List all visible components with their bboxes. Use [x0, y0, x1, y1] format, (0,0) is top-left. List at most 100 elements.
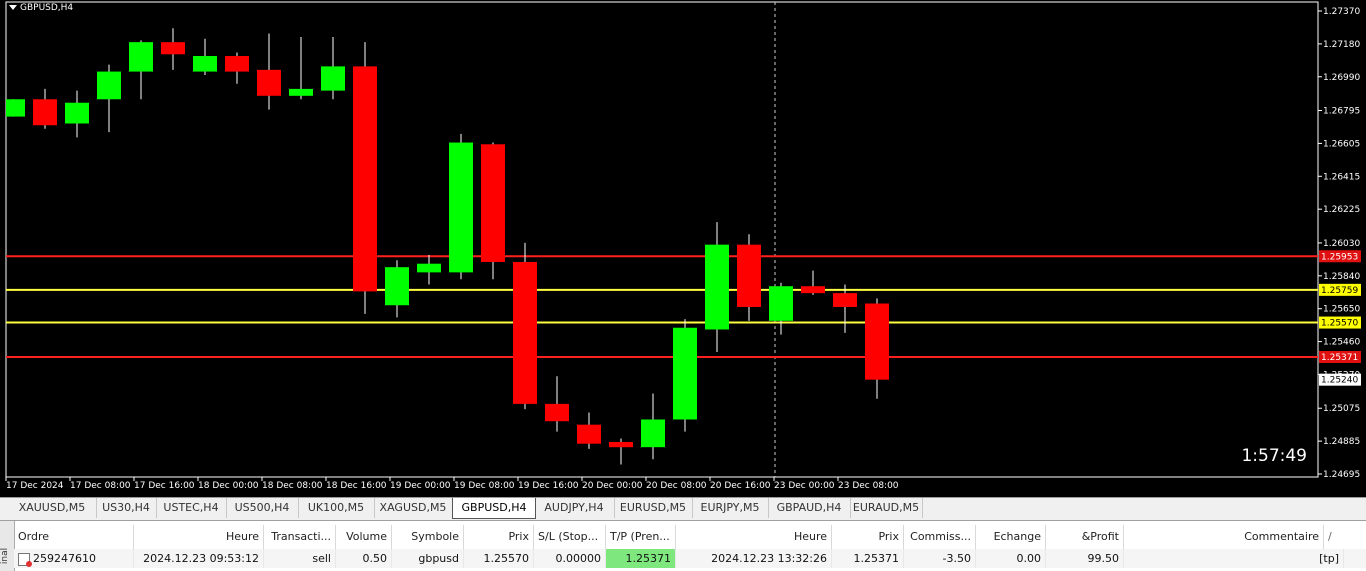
row-symbole: gbpusd — [392, 549, 464, 568]
col-header-profit[interactable]: &Profit — [1046, 525, 1124, 551]
chart-tab[interactable]: XAUUSD,M5 — [8, 498, 97, 518]
price-tick-label: 1.26605 — [1323, 139, 1360, 149]
col-header-commentaire[interactable]: Commentaire — [1124, 525, 1324, 551]
price-tick-label: 1.25840 — [1323, 272, 1360, 282]
bear-candle — [737, 244, 761, 307]
plot-frame — [5, 1, 1319, 478]
time-tick-label: 20 Dec 00:00 — [582, 481, 643, 491]
chart-tab[interactable]: EURJPY,M5 — [692, 498, 769, 518]
row-heure-close: 2024.12.23 13:32:26 — [676, 549, 832, 568]
bull-candle — [417, 263, 441, 273]
time-tick-label: 18 Dec 00:00 — [198, 481, 259, 491]
chart-tab[interactable]: EURUSD,M5 — [614, 498, 693, 518]
time-tick-label: 17 Dec 2024 — [6, 481, 64, 491]
bull-candle — [385, 267, 409, 306]
time-tick-label: 19 Dec 00:00 — [390, 481, 451, 491]
bear-candle — [257, 69, 281, 96]
chart-tab[interactable]: USTEC,H4 — [156, 498, 227, 518]
bull-candle — [641, 419, 665, 448]
time-tick-label: 17 Dec 16:00 — [134, 481, 195, 491]
chart-tab[interactable]: US30,H4 — [96, 498, 157, 518]
col-header-prix[interactable]: Prix — [464, 525, 534, 551]
terminal-side-text: inal — [0, 547, 11, 565]
bear-candle — [161, 42, 185, 55]
bull-candle — [289, 88, 313, 96]
price-tick-label: 1.24885 — [1323, 437, 1360, 447]
col-header-transaction[interactable]: Transacti... — [264, 525, 336, 551]
row-commentaire: [tp] — [1124, 549, 1344, 568]
chart-tab[interactable]: GBPAUD,H4 — [768, 498, 851, 518]
chart-symbol-label: GBPUSD,H4 — [9, 3, 73, 13]
bull-candle — [705, 244, 729, 330]
price-tick-label: 1.26795 — [1323, 107, 1360, 117]
col-header-tp[interactable]: T/P (Pren... — [606, 525, 676, 551]
row-volume: 0.50 — [336, 549, 392, 568]
price-tick-label: 1.25460 — [1323, 338, 1360, 348]
time-tick-label: 19 Dec 16:00 — [518, 481, 579, 491]
terminal-panel: inal Ordre Heure Transacti... Volume Sym… — [0, 520, 1366, 571]
bear-candle — [833, 293, 857, 307]
bear-candle — [865, 303, 889, 380]
chart-tab[interactable]: XAGUSD,M5 — [374, 498, 453, 518]
closed-order-icon — [18, 552, 32, 567]
chart-tab[interactable]: US500,H4 — [226, 498, 299, 518]
time-tick-label: 19 Dec 08:00 — [454, 481, 515, 491]
col-sort-marker[interactable]: / — [1324, 525, 1366, 551]
bear-candle — [353, 66, 377, 292]
bear-candle — [577, 424, 601, 444]
row-heure: 2024.12.23 09:53:12 — [134, 549, 264, 568]
col-header-volume[interactable]: Volume — [336, 525, 392, 551]
bull-candle — [193, 56, 217, 72]
row-transaction: sell — [264, 549, 336, 568]
bull-candle — [129, 42, 153, 72]
price-tick-label: 1.25075 — [1323, 404, 1360, 414]
bear-candle — [545, 403, 569, 422]
col-header-heure[interactable]: Heure — [134, 525, 264, 551]
col-header-ordre[interactable]: Ordre — [14, 525, 134, 551]
bear-candle — [33, 99, 57, 126]
row-prix: 1.25570 — [464, 549, 534, 568]
row-profit: 99.50 — [1046, 549, 1124, 568]
bear-candle — [481, 144, 505, 262]
price-chart[interactable]: 1.27370 1.27180 1.26990 1.26795 1.26605 1.264… — [0, 0, 1366, 497]
bull-candle — [449, 142, 473, 273]
chart-tab[interactable]: EURAUD,M5 — [850, 498, 923, 518]
col-header-echange[interactable]: Echange — [976, 525, 1046, 551]
time-tick-label: 17 Dec 08:00 — [70, 481, 131, 491]
chart-tab[interactable]: GBPUSD,H4 — [452, 498, 536, 519]
price-tick-label: 1.25650 — [1323, 305, 1360, 315]
col-header-sl[interactable]: S/L (Stop... — [534, 525, 606, 551]
chart-symbol-text: GBPUSD,H4 — [20, 3, 74, 13]
time-tick-label: 18 Dec 16:00 — [326, 481, 387, 491]
chart-tab[interactable]: UK100,M5 — [298, 498, 375, 518]
chart-tabs-bar: XAUUSD,M5 US30,H4 USTEC,H4 US500,H4 UK100,M5… — [0, 497, 1366, 520]
bull-candle — [6, 99, 25, 117]
col-header-prix-close[interactable]: Prix — [832, 525, 904, 551]
row-ordre-value: 259247610 — [33, 552, 96, 565]
time-tick-label: 20 Dec 16:00 — [710, 481, 771, 491]
row-echange: 0.00 — [976, 549, 1046, 568]
col-header-commission[interactable]: Commiss... — [904, 525, 976, 551]
bull-candle — [97, 71, 121, 100]
row-sl: 0.00000 — [534, 549, 606, 568]
col-header-symbole[interactable]: Symbole — [392, 525, 464, 551]
row-tp: 1.25371 — [606, 549, 676, 568]
bear-candle — [225, 56, 249, 72]
price-tick-label: 1.26990 — [1323, 73, 1360, 83]
bull-candle — [321, 66, 345, 91]
price-tick-label: 1.27180 — [1323, 40, 1360, 50]
time-tick-label: 18 Dec 08:00 — [262, 481, 323, 491]
candle-countdown-timer: 1:57:49 — [1241, 446, 1307, 466]
col-header-heure-close[interactable]: Heure — [676, 525, 832, 551]
symbol-dropdown-icon[interactable] — [9, 5, 17, 10]
bull-candle — [769, 286, 793, 321]
chart-tab[interactable]: AUDJPY,H4 — [534, 498, 615, 518]
price-level-tag-label: 1.25570 — [1321, 319, 1358, 329]
bull-candle — [65, 102, 89, 124]
chart-panel[interactable]: 1.27370 1.27180 1.26990 1.26795 1.26605 1.264… — [0, 0, 1366, 497]
price-tick-label: 1.27370 — [1323, 7, 1360, 17]
terminal-side-label[interactable]: inal — [0, 521, 15, 571]
price-tick-label: 1.24695 — [1323, 470, 1360, 480]
time-tick-label: 23 Dec 08:00 — [838, 481, 899, 491]
price-level-tag-label: 1.25953 — [1321, 252, 1358, 262]
